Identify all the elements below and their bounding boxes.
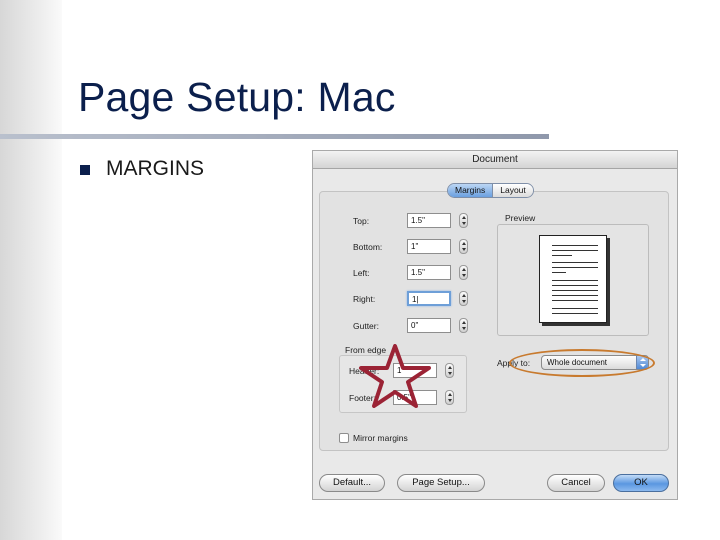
preview-line: [552, 313, 598, 314]
preview-line: [552, 308, 598, 309]
preview-line: [552, 280, 598, 281]
tab-margins[interactable]: Margins: [448, 184, 493, 197]
preview-page-thumbnail: [539, 235, 607, 323]
bottom-margin-stepper[interactable]: [459, 239, 468, 254]
bullet-text: MARGINS: [106, 157, 205, 180]
default-button[interactable]: Default...: [319, 474, 385, 492]
mirror-margins-label: Mirror margins: [353, 433, 408, 443]
top-margin-input[interactable]: 1.5": [407, 213, 451, 228]
ok-button[interactable]: OK: [613, 474, 669, 492]
cancel-button[interactable]: Cancel: [547, 474, 605, 492]
document-dialog: Document Margins Layout Top: 1.5" Bottom…: [312, 150, 678, 500]
slide-side-strip: [0, 0, 62, 540]
preview-line: [552, 262, 598, 263]
preview-line: [552, 300, 598, 301]
top-margin-stepper[interactable]: [459, 213, 468, 228]
star-annotation-icon: [359, 344, 431, 408]
slide-title: Page Setup: Mac: [78, 74, 396, 120]
preview-line: [552, 290, 598, 291]
preview-label: Preview: [505, 213, 536, 223]
preview-line: [552, 250, 598, 251]
tab-layout[interactable]: Layout: [492, 184, 533, 197]
title-divider: [0, 134, 549, 139]
header-stepper[interactable]: [445, 363, 454, 378]
bullet-marker: [80, 165, 90, 175]
bottom-label: Bottom:: [353, 242, 383, 252]
preview-line: [552, 272, 566, 273]
preview-line: [552, 255, 572, 256]
left-label: Left:: [353, 268, 370, 278]
mirror-margins-checkbox[interactable]: [339, 433, 349, 443]
left-margin-input[interactable]: 1.5": [407, 265, 451, 280]
gutter-input[interactable]: 0": [407, 318, 451, 333]
bottom-margin-input[interactable]: 1": [407, 239, 451, 254]
footer-stepper[interactable]: [445, 390, 454, 405]
left-margin-stepper[interactable]: [459, 265, 468, 280]
gutter-label: Gutter:: [353, 321, 379, 331]
dialog-title: Document: [313, 151, 677, 169]
highlight-ellipse: [509, 349, 655, 377]
page-setup-button[interactable]: Page Setup...: [397, 474, 485, 492]
preview-line: [552, 267, 598, 268]
tab-bar: Margins Layout: [447, 183, 534, 198]
gutter-stepper[interactable]: [459, 318, 468, 333]
right-label: Right:: [353, 294, 376, 304]
preview-line: [552, 295, 598, 296]
top-label: Top:: [353, 216, 370, 226]
right-margin-input[interactable]: 1|: [407, 291, 451, 306]
preview-line: [552, 285, 598, 286]
preview-line: [552, 245, 598, 246]
right-margin-stepper[interactable]: [459, 291, 468, 306]
